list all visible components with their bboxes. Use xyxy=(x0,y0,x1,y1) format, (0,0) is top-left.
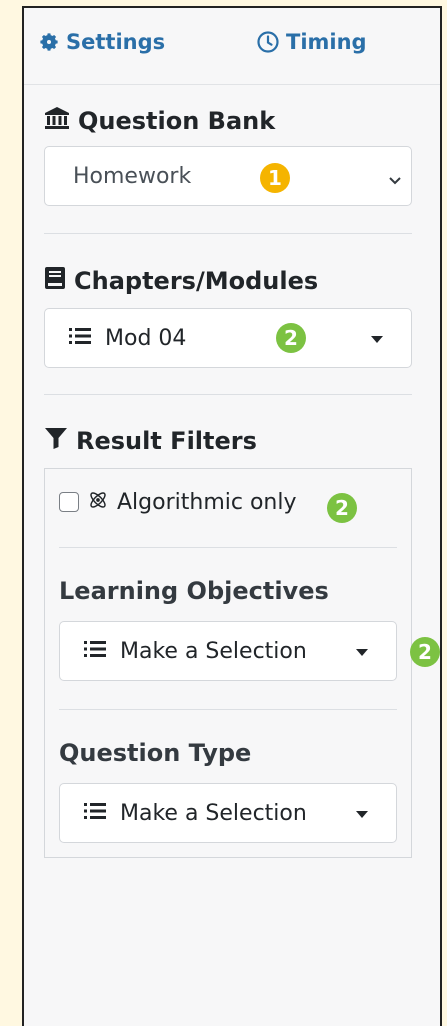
tab-timing[interactable]: Timing xyxy=(256,30,367,54)
chapters-label: Chapters/Modules xyxy=(74,267,319,295)
algorithmic-only-checkbox[interactable] xyxy=(59,492,79,512)
question-bank-title: Question Bank xyxy=(44,106,275,136)
clock-icon xyxy=(256,30,280,54)
result-filters-label: Result Filters xyxy=(76,427,257,455)
chapters-value: Mod 04 xyxy=(105,325,187,351)
caret-down-icon xyxy=(371,336,383,343)
question-bank-select[interactable]: Homework xyxy=(44,146,412,206)
list-icon xyxy=(84,802,106,824)
atom-icon xyxy=(87,489,109,515)
step-badge-2: 2 xyxy=(327,493,357,523)
divider xyxy=(44,394,412,395)
tab-settings[interactable]: Settings xyxy=(38,30,165,54)
bank-icon xyxy=(44,106,70,136)
tab-bar: Settings Timing xyxy=(24,8,440,85)
divider xyxy=(59,709,397,710)
question-type-dropdown[interactable]: Make a Selection xyxy=(59,783,397,843)
step-badge-1: 1 xyxy=(260,163,290,193)
learning-objectives-title: Learning Objectives xyxy=(59,577,329,605)
algorithmic-only-option[interactable]: Algorithmic only xyxy=(59,489,296,515)
chapters-title: Chapters/Modules xyxy=(44,266,318,296)
sidebar-panel: Settings Timing Question Bank Homework 1… xyxy=(22,6,442,1026)
tab-timing-label: Timing xyxy=(286,30,367,54)
divider xyxy=(59,547,397,548)
question-type-value: Make a Selection xyxy=(120,800,307,826)
step-badge-2: 2 xyxy=(410,637,440,667)
chevron-down-icon xyxy=(389,171,401,190)
question-bank-label: Question Bank xyxy=(78,107,276,135)
learning-objectives-dropdown[interactable]: Make a Selection xyxy=(59,621,397,681)
caret-down-icon xyxy=(356,649,368,656)
algorithmic-only-label: Algorithmic only xyxy=(117,489,297,515)
result-filters-title: Result Filters xyxy=(44,426,257,456)
result-filters-panel: Algorithmic only 2 Learning Objectives M… xyxy=(44,468,412,858)
tab-settings-label: Settings xyxy=(66,30,166,54)
caret-down-icon xyxy=(356,811,368,818)
step-badge-2: 2 xyxy=(276,323,306,353)
book-icon xyxy=(44,266,66,296)
divider xyxy=(44,233,412,234)
list-icon xyxy=(84,640,106,662)
question-bank-value: Homework xyxy=(73,163,192,189)
question-type-title: Question Type xyxy=(59,739,252,767)
list-icon xyxy=(69,327,91,349)
chapters-dropdown[interactable]: Mod 04 xyxy=(44,308,412,368)
learning-objectives-value: Make a Selection xyxy=(120,638,307,664)
filter-icon xyxy=(44,426,68,456)
gear-icon xyxy=(38,31,60,53)
